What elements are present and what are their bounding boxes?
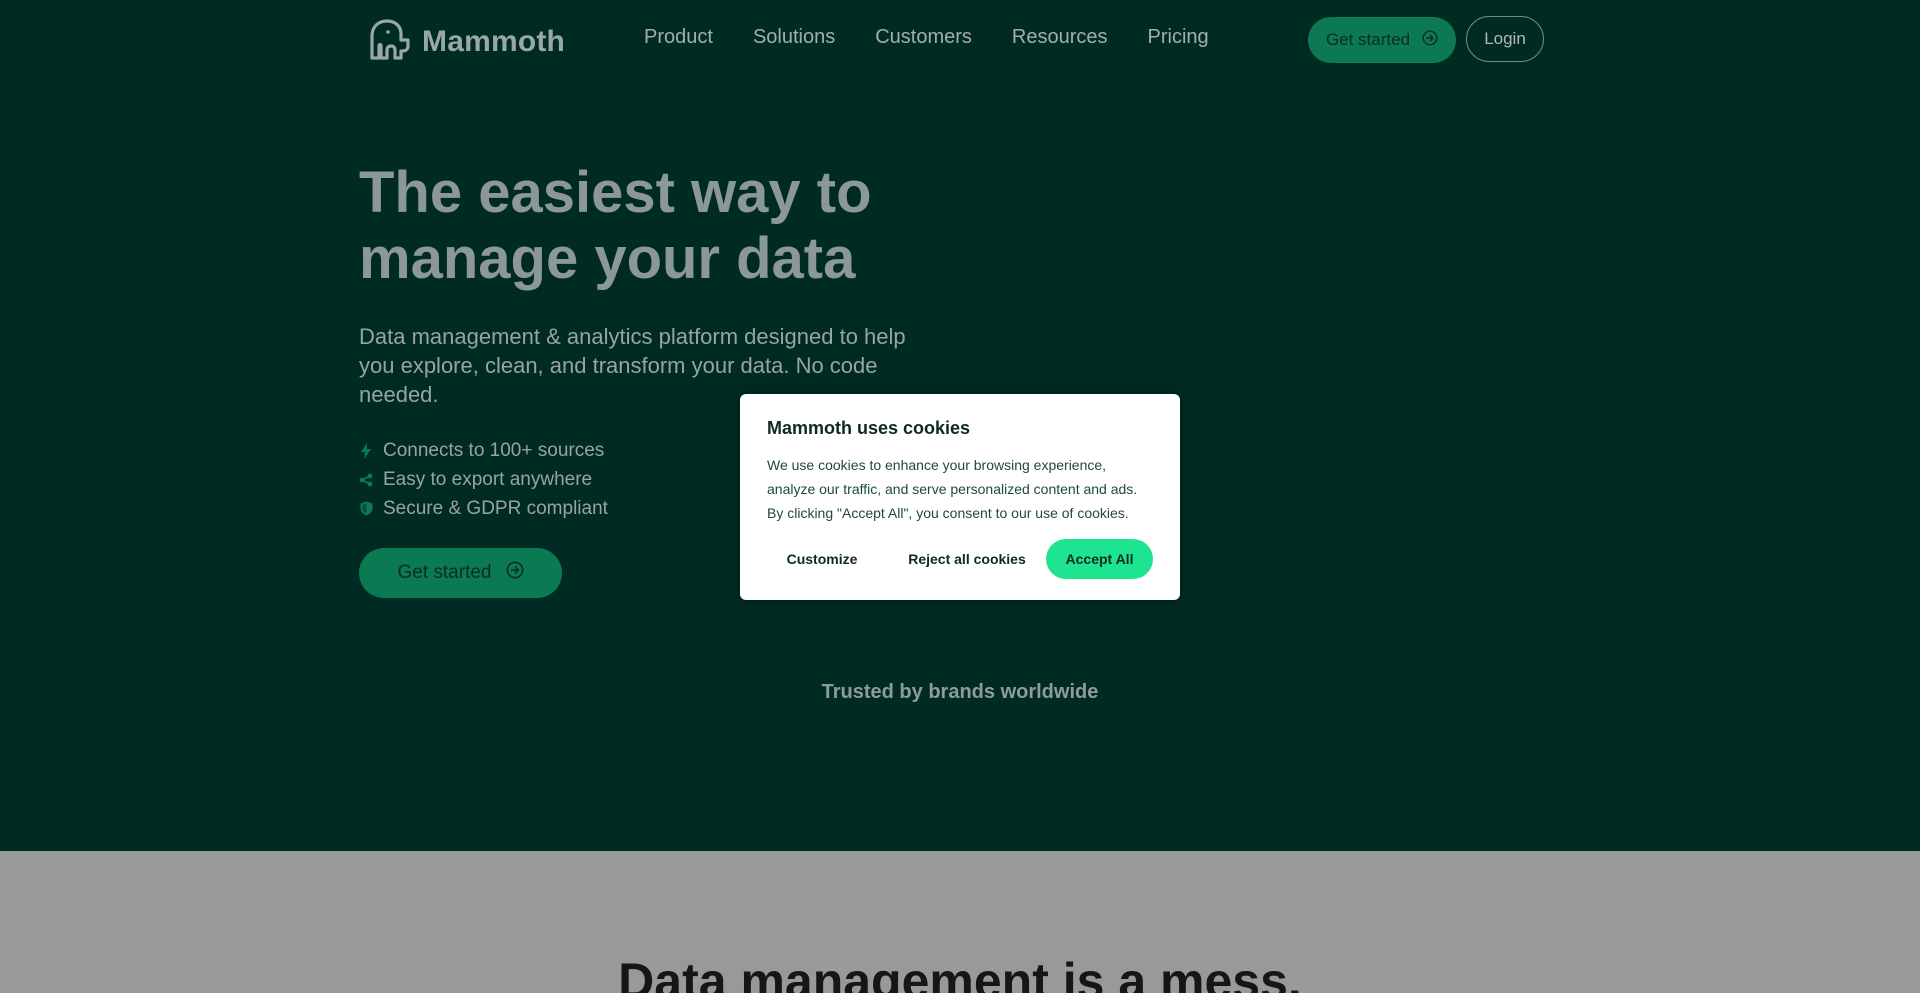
hero-get-started-button[interactable]: Get started xyxy=(359,548,562,598)
hero-get-started-label: Get started xyxy=(397,562,492,583)
login-button[interactable]: Login xyxy=(1466,16,1544,62)
feature-text: Secure & GDPR compliant xyxy=(383,497,608,519)
customize-button[interactable]: Customize xyxy=(767,539,877,579)
arrow-circle-icon xyxy=(1422,29,1438,51)
nav-item-pricing[interactable]: Pricing xyxy=(1148,26,1209,49)
logo[interactable]: Mammoth xyxy=(368,18,565,65)
problem-section-title: Data management is a mess. xyxy=(618,953,1302,993)
feature-item: Easy to export anywhere xyxy=(359,465,608,494)
bolt-icon xyxy=(359,442,373,459)
feature-item: Secure & GDPR compliant xyxy=(359,494,608,523)
header-get-started-button[interactable]: Get started xyxy=(1308,17,1456,63)
mammoth-logo-icon xyxy=(368,18,412,65)
nav-item-product[interactable]: Product xyxy=(644,26,713,49)
feature-item: Connects to 100+ sources xyxy=(359,436,608,465)
cookie-dialog-body: We use cookies to enhance your browsing … xyxy=(767,457,1138,521)
site-header: Mammoth Product Solutions Customers Reso… xyxy=(0,0,1920,80)
reject-all-cookies-button[interactable]: Reject all cookies xyxy=(897,539,1037,579)
cookie-dialog-title: Mammoth uses cookies xyxy=(767,418,971,438)
main-nav: Product Solutions Customers Resources Pr… xyxy=(644,26,1209,49)
nav-item-customers[interactable]: Customers xyxy=(875,26,972,49)
header-get-started-label: Get started xyxy=(1325,30,1411,49)
cookie-consent-dialog: Mammoth uses cookies We use cookies to e… xyxy=(740,394,1180,600)
arrow-circle-icon xyxy=(506,561,524,585)
cookie-dialog-actions: Customize Reject all cookies Accept All xyxy=(767,539,1153,579)
accept-all-button[interactable]: Accept All xyxy=(1046,539,1153,579)
feature-list: Connects to 100+ sources Easy to export … xyxy=(359,436,608,523)
nav-item-solutions[interactable]: Solutions xyxy=(753,26,835,49)
share-icon xyxy=(359,472,373,488)
problem-section: Data management is a mess. xyxy=(0,851,1920,993)
nav-item-resources[interactable]: Resources xyxy=(1012,26,1108,49)
shield-icon xyxy=(359,501,373,517)
hero-headline: The easiest way to manage your data xyxy=(359,160,872,291)
feature-text: Connects to 100+ sources xyxy=(383,439,605,461)
logo-text: Mammoth xyxy=(422,24,566,58)
feature-text: Easy to export anywhere xyxy=(383,468,593,490)
trusted-by-heading: Trusted by brands worldwide xyxy=(821,681,1099,703)
